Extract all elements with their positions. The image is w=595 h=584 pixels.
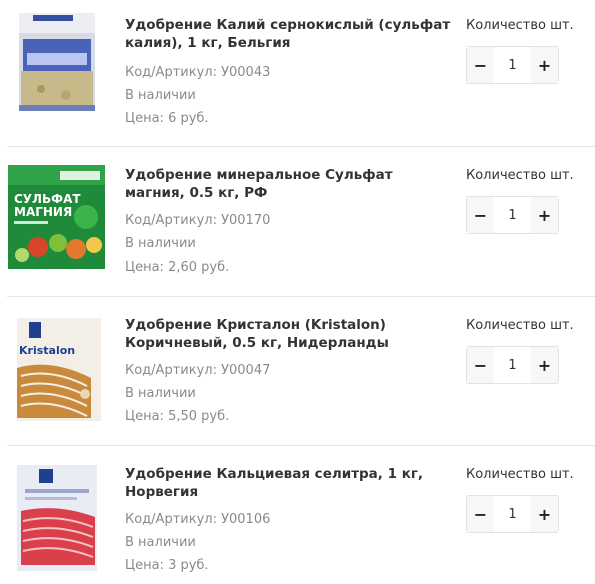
quantity-input[interactable]	[494, 197, 531, 233]
stock-status: В наличии	[125, 88, 196, 103]
product-title[interactable]: Удобрение Кристалон (Kristalon) Коричнев…	[125, 316, 455, 352]
stock-status: В наличии	[125, 535, 196, 550]
list-item: Удобрение Кальциевая селитра, 1 кг, Норв…	[7, 449, 595, 584]
product-price: Цена: 2,60 руб.	[125, 260, 230, 275]
pack-text: СУЛЬФАТ	[14, 192, 81, 206]
divider	[7, 146, 595, 147]
quantity-stepper: − +	[466, 346, 559, 384]
potassium-sulfate-bag-image	[11, 9, 105, 112]
quantity-stepper: − +	[466, 196, 559, 234]
product-image[interactable]: СУЛЬФАТ МАГНИЯ	[8, 165, 105, 269]
product-price: Цена: 3 руб.	[125, 558, 209, 573]
product-title[interactable]: Удобрение Калий сернокислый (сульфат кал…	[125, 16, 455, 52]
calcium-nitrate-bag-image	[17, 465, 97, 571]
decrement-button[interactable]: −	[467, 197, 494, 233]
quantity-label: Количество шт.	[466, 168, 574, 183]
decrement-button[interactable]: −	[467, 347, 494, 383]
divider	[7, 296, 595, 297]
product-sku: Код/Артикул: У00106	[125, 512, 271, 527]
kristalon-pack-image: Kristalon	[11, 318, 105, 421]
product-image[interactable]: Kristalon	[11, 318, 105, 421]
stock-status: В наличии	[125, 386, 196, 401]
quantity-input[interactable]	[494, 496, 531, 532]
stock-status: В наличии	[125, 236, 196, 251]
product-price: Цена: 5,50 руб.	[125, 409, 230, 424]
increment-button[interactable]: +	[531, 347, 558, 383]
product-image[interactable]	[11, 9, 105, 112]
quantity-input[interactable]	[494, 47, 531, 83]
product-title[interactable]: Удобрение минеральное Сульфат магния, 0.…	[125, 166, 455, 202]
decrement-button[interactable]: −	[467, 47, 494, 83]
pack-text: Kristalon	[19, 344, 75, 357]
divider	[7, 445, 595, 446]
quantity-input[interactable]	[494, 347, 531, 383]
product-image[interactable]	[17, 465, 97, 571]
magnesium-sulfate-pack-image: СУЛЬФАТ МАГНИЯ	[8, 165, 105, 269]
quantity-stepper: − +	[466, 46, 559, 84]
quantity-label: Количество шт.	[466, 318, 574, 333]
list-item: Kristalon Удобрение Кристалон (Kristalon…	[7, 300, 595, 449]
pack-text: МАГНИЯ	[14, 205, 72, 219]
increment-button[interactable]: +	[531, 47, 558, 83]
product-sku: Код/Артикул: У00170	[125, 213, 271, 228]
decrement-button[interactable]: −	[467, 496, 494, 532]
list-item: СУЛЬФАТ МАГНИЯ Удобрение минеральное Сул…	[7, 150, 595, 299]
quantity-stepper: − +	[466, 495, 559, 533]
product-title[interactable]: Удобрение Кальциевая селитра, 1 кг, Норв…	[125, 465, 455, 501]
increment-button[interactable]: +	[531, 197, 558, 233]
list-item: Удобрение Калий сернокислый (сульфат кал…	[7, 0, 595, 149]
quantity-label: Количество шт.	[466, 467, 574, 482]
product-list: Удобрение Калий сернокислый (сульфат кал…	[0, 0, 595, 584]
product-sku: Код/Артикул: У00043	[125, 65, 271, 80]
quantity-label: Количество шт.	[466, 18, 574, 33]
increment-button[interactable]: +	[531, 496, 558, 532]
product-price: Цена: 6 руб.	[125, 111, 209, 126]
product-sku: Код/Артикул: У00047	[125, 363, 271, 378]
